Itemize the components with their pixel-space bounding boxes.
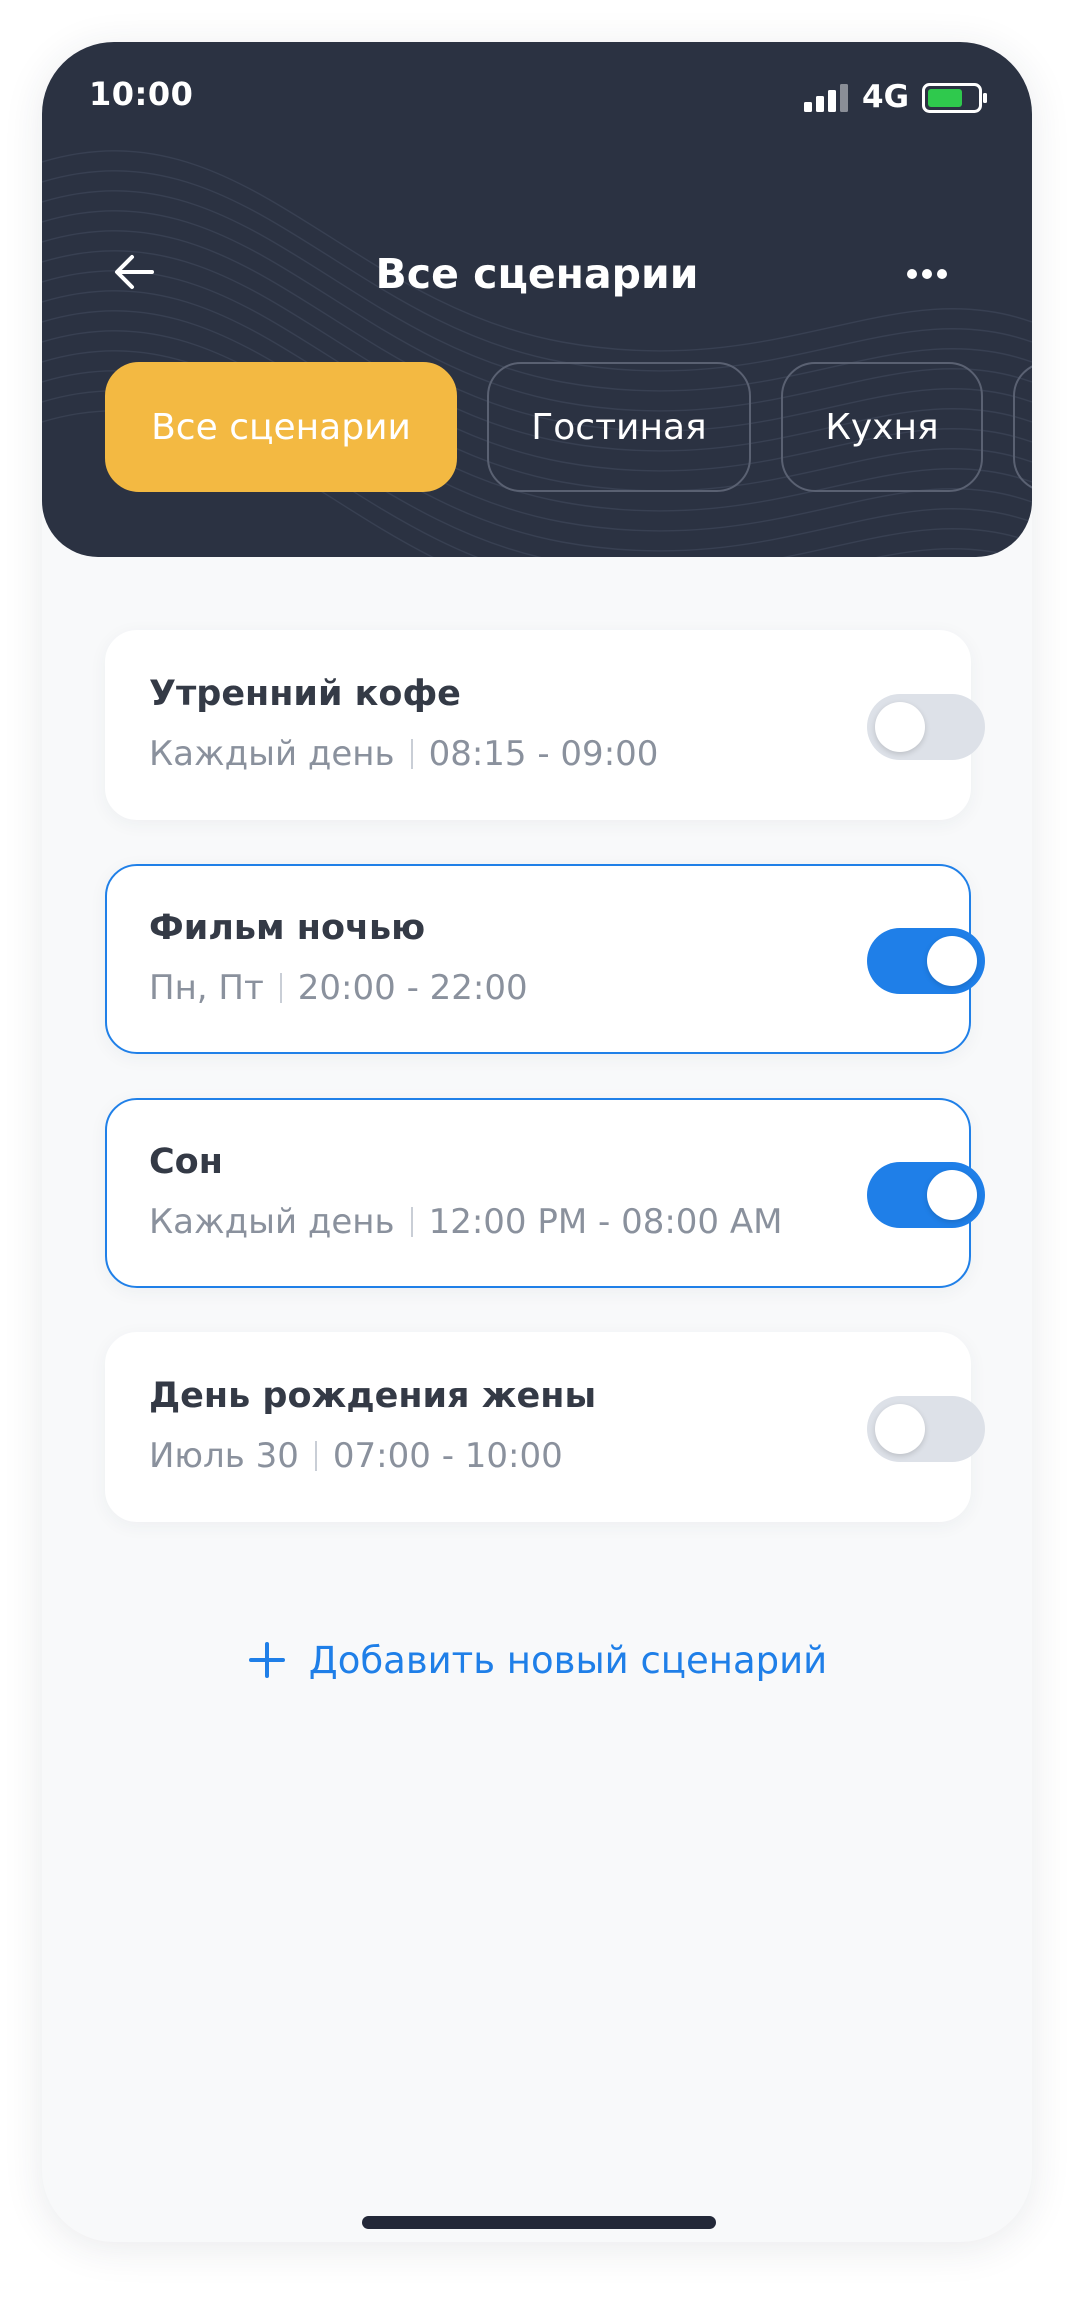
category-tabs: Все сценарии Гостиная Кухня	[105, 362, 1032, 492]
status-bar: 10:00 4G	[42, 42, 1032, 152]
separator	[410, 739, 413, 769]
tab-living-room[interactable]: Гостиная	[487, 362, 751, 492]
separator	[279, 973, 282, 1003]
add-scenario-label: Добавить новый сценарий	[308, 1638, 828, 1682]
page-title: Все сценарии	[375, 250, 699, 298]
scenario-toggle[interactable]	[867, 928, 985, 994]
scenario-card[interactable]: Фильм ночью Пн, Пт 20:00 - 22:00	[105, 864, 985, 1054]
home-indicator[interactable]	[362, 2216, 716, 2229]
plus-icon	[248, 1642, 285, 1678]
scenario-days: Июль 30	[149, 1436, 299, 1476]
more-horizontal-icon	[907, 269, 947, 279]
scenario-schedule: Июль 30 07:00 - 10:00	[149, 1436, 563, 1476]
toggle-knob	[875, 702, 925, 752]
more-button[interactable]	[892, 242, 962, 302]
toggle-knob	[927, 1170, 977, 1220]
scenario-toggle[interactable]	[867, 1162, 985, 1228]
scenario-days: Каждый день	[149, 1202, 395, 1242]
scenario-days: Пн, Пт	[149, 968, 264, 1008]
scenario-time: 20:00 - 22:00	[297, 968, 528, 1008]
scenario-time: 12:00 PM - 08:00 AM	[428, 1202, 783, 1242]
scenario-schedule: Пн, Пт 20:00 - 22:00	[149, 968, 528, 1008]
tab-more-partial[interactable]	[1013, 362, 1032, 492]
scenario-time: 07:00 - 10:00	[332, 1436, 563, 1476]
tab-all-scenarios[interactable]: Все сценарии	[105, 362, 457, 492]
separator	[314, 1441, 317, 1471]
battery-icon	[922, 83, 987, 113]
header: 10:00 4G Все сценарии Все сценарии Гости…	[42, 42, 1032, 557]
scenario-title: Утренний кофе	[149, 674, 461, 714]
scenario-title: Фильм ночью	[149, 908, 426, 948]
scenario-card[interactable]: Сон Каждый день 12:00 PM - 08:00 AM	[105, 1098, 985, 1288]
nav-bar: Все сценарии	[42, 222, 1032, 322]
phone-screen: 10:00 4G Все сценарии Все сценарии Гости…	[42, 42, 1032, 2242]
scenario-toggle[interactable]	[867, 694, 985, 760]
scenario-card[interactable]: День рождения жены Июль 30 07:00 - 10:00	[105, 1332, 985, 1522]
signal-icon	[804, 84, 850, 112]
scenario-schedule: Каждый день 12:00 PM - 08:00 AM	[149, 1202, 782, 1242]
network-label: 4G	[862, 79, 910, 115]
scenario-toggle[interactable]	[867, 1396, 985, 1462]
scenario-time: 08:15 - 09:00	[428, 734, 659, 774]
tab-kitchen[interactable]: Кухня	[781, 362, 983, 492]
scenario-title: День рождения жены	[149, 1376, 597, 1416]
scenario-title: Сон	[149, 1142, 223, 1182]
scenario-card[interactable]: Утренний кофе Каждый день 08:15 - 09:00	[105, 630, 985, 820]
add-scenario-button[interactable]: Добавить новый сценарий	[42, 1620, 1032, 1700]
status-time: 10:00	[89, 75, 194, 113]
separator	[410, 1207, 413, 1237]
toggle-knob	[875, 1404, 925, 1454]
scenario-schedule: Каждый день 08:15 - 09:00	[149, 734, 658, 774]
scenario-days: Каждый день	[149, 734, 395, 774]
toggle-knob	[927, 936, 977, 986]
